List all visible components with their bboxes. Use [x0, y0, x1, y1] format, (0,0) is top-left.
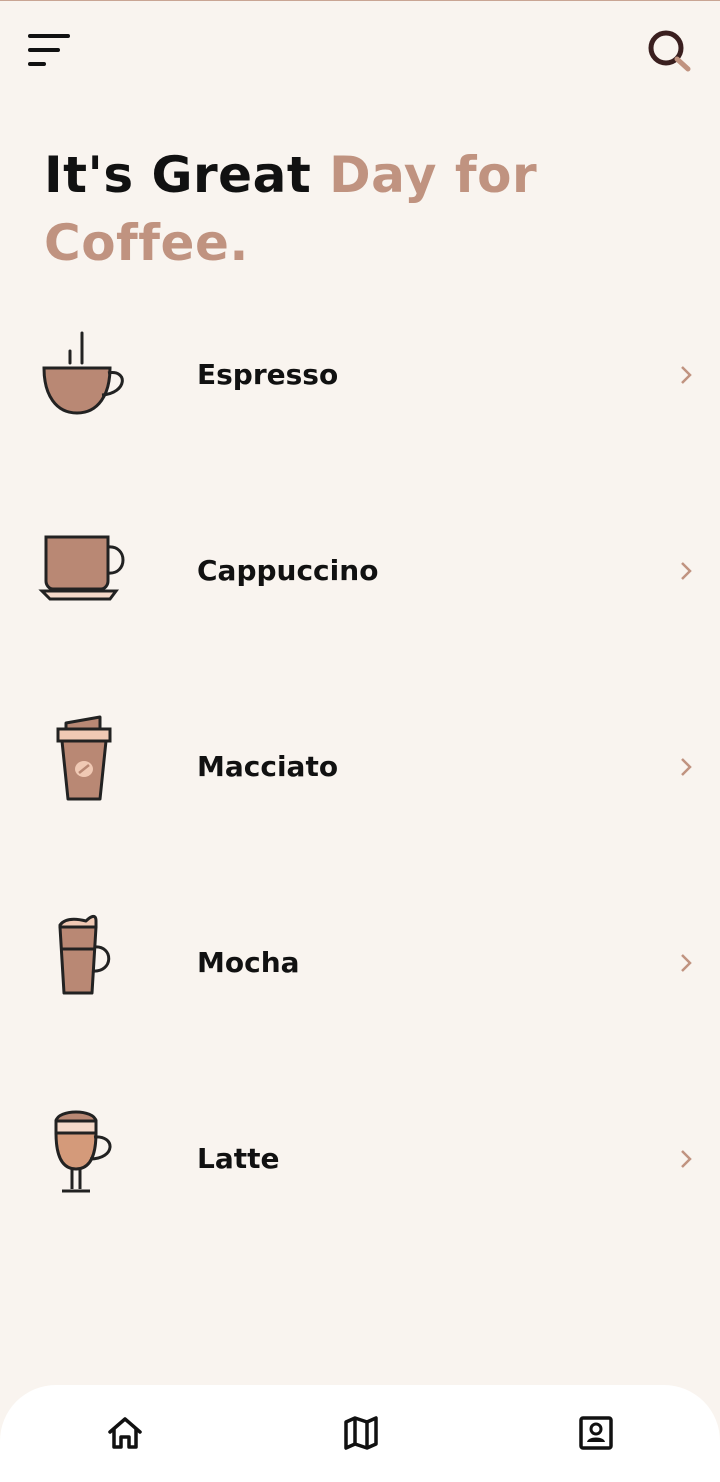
- profile-icon: [579, 1416, 613, 1450]
- coffee-name: Espresso: [197, 358, 339, 391]
- latte-glass-icon: [38, 1107, 130, 1211]
- chevron-right-icon: [676, 1147, 696, 1171]
- coffee-item-espresso[interactable]: Espresso: [0, 277, 720, 473]
- bottom-navigation: [0, 1385, 720, 1482]
- nav-profile-button[interactable]: [576, 1413, 616, 1453]
- menu-line-3: [28, 62, 46, 66]
- cappuccino-cup-icon: [38, 519, 130, 623]
- search-button[interactable]: [644, 27, 694, 75]
- page-headline: It's Great Day for Coffee.: [44, 141, 684, 277]
- chevron-right-icon: [676, 755, 696, 779]
- chevron-right-icon: [676, 559, 696, 583]
- coffee-item-mocha[interactable]: Mocha: [0, 865, 720, 1061]
- nav-home-button[interactable]: [105, 1413, 145, 1453]
- coffee-name: Cappuccino: [197, 554, 379, 587]
- coffee-name: Latte: [197, 1142, 280, 1175]
- map-icon: [344, 1416, 378, 1450]
- chevron-right-icon: [676, 951, 696, 975]
- nav-map-button[interactable]: [341, 1413, 381, 1453]
- home-icon: [108, 1417, 142, 1449]
- top-bar: [0, 1, 720, 101]
- coffee-item-latte[interactable]: Latte: [0, 1061, 720, 1257]
- headline-dark: It's Great: [44, 146, 330, 204]
- menu-button[interactable]: [24, 29, 74, 71]
- search-icon: [648, 30, 691, 72]
- coffee-name: Mocha: [197, 946, 300, 979]
- menu-line-1: [28, 34, 70, 38]
- menu-line-2: [28, 48, 60, 52]
- coffee-item-macciato[interactable]: Macciato: [0, 669, 720, 865]
- takeaway-cup-icon: [38, 715, 130, 819]
- coffee-item-cappuccino[interactable]: Cappuccino: [0, 473, 720, 669]
- espresso-cup-icon: [38, 323, 130, 427]
- chevron-right-icon: [676, 363, 696, 387]
- mocha-glass-icon: [38, 911, 130, 1015]
- coffee-home-screen: It's Great Day for Coffee. Espresso Capp…: [0, 0, 720, 1482]
- coffee-name: Macciato: [197, 750, 339, 783]
